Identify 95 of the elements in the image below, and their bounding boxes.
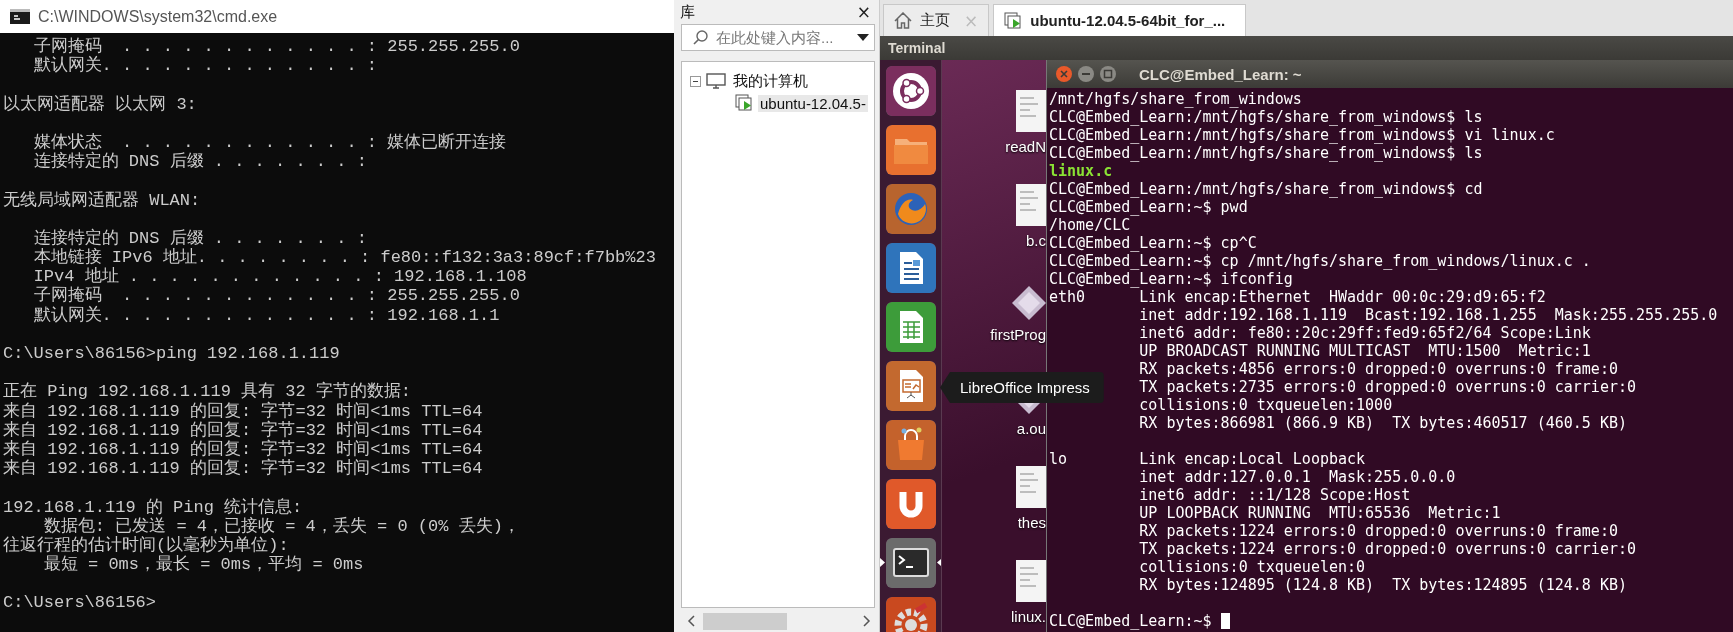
tree-item[interactable]: 我的计算机 <box>731 71 810 91</box>
terminal-line: CLC@Embed_Learn:~$ cp^C <box>1049 234 1257 252</box>
terminal-line: inet6 addr: fe80::20c:29ff:fed9:65f2/64 Scope:Link <box>1139 324 1591 342</box>
console-line: 无线局域网适配器 WLAN: <box>3 190 202 210</box>
file-name[interactable]: b.c <box>1026 232 1046 249</box>
console-line: 往返行程的估计时间(以毫秒为单位): <box>3 535 290 555</box>
folder-icon[interactable] <box>885 125 936 175</box>
file-name[interactable]: readN <box>1005 138 1046 155</box>
file-name[interactable]: firstProg <box>990 326 1046 343</box>
u-logo-icon[interactable] <box>885 479 936 529</box>
spreadsheet-icon[interactable] <box>885 302 936 352</box>
console-icon <box>10 9 30 24</box>
file-name[interactable]: linux. <box>1010 608 1046 625</box>
console-line: 连接特定的 DNS 后缀 . . . . . . . : <box>32 228 368 248</box>
terminal-line: lo Link encap:Local Loopback <box>1049 450 1366 468</box>
window-title: C:\WINDOWS\system32\cmd.exe <box>38 7 278 26</box>
file-name[interactable]: a.ou <box>1016 420 1046 437</box>
console-line: 默认网关. . . . . . . . . . . . . : <box>32 56 379 76</box>
presentation-icon[interactable] <box>885 361 936 411</box>
terminal-line: CLC@Embed_Learn:~$ pwd <box>1049 198 1248 216</box>
console-line: 以太网适配器 以太网 3: <box>3 94 198 114</box>
terminal-line: collisions:0 txqueuelen:0 <box>1139 558 1366 576</box>
terminal-line: TX packets:2735 errors:0 dropped:0 overruns:0 carrier:0 <box>1139 378 1636 396</box>
console-line: 连接特定的 DNS 后缀 . . . . . . . : <box>32 152 368 172</box>
terminal-line: CLC@Embed_Learn:~$ <box>1049 612 1212 630</box>
top-panel: Terminal <box>880 36 1733 60</box>
file-name[interactable]: thes <box>1017 514 1046 531</box>
search-field[interactable]: 在此处键入内容... <box>681 24 875 51</box>
terminal-line: UP BROADCAST RUNNING MULTICAST MTU:1500 Metric:1 <box>1139 342 1591 360</box>
virtual-machine-icon <box>1004 11 1023 30</box>
terminal-line: inet addr:192.168.1.119 Bcast:192.168.1.255 Mask:255.255.255.0 <box>1139 306 1718 324</box>
terminal-line: CLC@Embed_Learn:/mnt/hgfs/share_from_windows$ ls <box>1049 144 1483 162</box>
terminal-line: inet6 addr: ::1/128 Scope:Host <box>1139 486 1411 504</box>
console-line: 来自 192.168.1.119 的回复: 字节=32 时间<1ms TTL=64 <box>3 401 484 421</box>
terminal-line: eth0 Link encap:Ethernet HWaddr 00:0c:29:d9:65:f2 <box>1049 288 1546 306</box>
console-line: 来自 192.168.1.119 的回复: 字节=32 时间<1ms TTL=64 <box>3 439 484 459</box>
terminal-line: RX bytes:124895 (124.8 KB) TX bytes:124895 (124.8 KB) <box>1139 576 1627 594</box>
minimize-icon[interactable] <box>1077 65 1095 83</box>
computer-icon <box>706 73 726 89</box>
console-line: 本地链接 IPv6 地址. . . . . . . . : fe80::f132:3a3:89cf:f7bb%23 <box>32 248 657 268</box>
globe-icon[interactable] <box>885 184 936 234</box>
console-line: 媒体状态 . . . . . . . . . . . . : 媒体已断开连接 <box>32 132 508 152</box>
console-line: 子网掩码 . . . . . . . . . . . . : 255.255.255.0 <box>32 286 521 306</box>
scroll-right-icon[interactable] <box>863 615 871 627</box>
terminal-line: CLC@Embed_Learn:/mnt/hgfs/share_from_windows$ ls <box>1049 108 1483 126</box>
console-line: C:\Users\86156> <box>3 593 158 613</box>
shopping-bag-icon[interactable] <box>885 420 936 470</box>
terminal-line: RX bytes:866981 (866.9 KB) TX bytes:460517 (460.5 KB) <box>1139 414 1627 432</box>
terminal-line: TX packets:1224 errors:0 dropped:0 overruns:0 carrier:0 <box>1139 540 1636 558</box>
scrollbar-thumb[interactable] <box>703 612 787 630</box>
terminal-line: /mnt/hgfs/share_from_windows <box>1049 90 1302 108</box>
ubuntu-logo-icon[interactable] <box>885 66 936 116</box>
terminal-icon[interactable] <box>885 538 936 588</box>
console-line: 子网掩码 . . . . . . . . . . . . : 255.255.255.0 <box>32 37 521 56</box>
virtual-machine-icon <box>735 94 753 112</box>
terminal-line: UP LOOPBACK RUNNING MTU:65536 Metric:1 <box>1139 504 1501 522</box>
console-line: IPv4 地址 . . . . . . . . . . . . : 192.168.1.108 <box>32 267 528 287</box>
close-button[interactable]: × <box>854 2 873 22</box>
text-cursor <box>1220 613 1230 629</box>
console-line: 192.168.1.119 的 Ping 统计信息: <box>3 497 304 517</box>
terminal-line: inet addr:127.0.0.1 Mask:255.0.0.0 <box>1139 468 1456 486</box>
console-line: 最短 = 0ms，最长 = 0ms，平均 = 0ms <box>42 555 365 575</box>
console-line: C:\Users\86156>ping 192.168.1.119 <box>3 344 341 364</box>
tab-label: ubuntu-12.04.5-64bit_for_... <box>1030 12 1226 29</box>
terminal-line: RX packets:4856 errors:0 dropped:0 overruns:0 frame:0 <box>1139 360 1618 378</box>
gear-icon[interactable] <box>885 597 936 632</box>
panel-title: 库 <box>680 2 695 22</box>
search-icon <box>693 30 708 45</box>
maximize-icon[interactable] <box>1099 65 1117 83</box>
tree-item[interactable]: ubuntu-12.04.5- <box>758 94 868 112</box>
dropdown-caret-icon[interactable] <box>857 34 869 42</box>
terminal-line: CLC@Embed_Learn:/mnt/hgfs/share_from_windows$ cd <box>1049 180 1483 198</box>
terminal-line: /home/CLC <box>1049 216 1131 234</box>
terminal-line: CLC@Embed_Learn:/mnt/hgfs/share_from_windows$ vi linux.c <box>1049 126 1555 144</box>
console-line: 正在 Ping 192.168.1.119 具有 32 字节的数据: <box>3 382 413 402</box>
tooltip: LibreOffice Impress <box>940 372 1104 403</box>
terminal-line: collisions:0 txqueuelen:1000 <box>1139 396 1393 414</box>
home-icon <box>894 12 912 29</box>
window-title: CLC@Embed_Learn: ~ <box>1139 65 1302 83</box>
tab-label: 主页 <box>920 11 950 30</box>
console-line: 来自 192.168.1.119 的回复: 字节=32 时间<1ms TTL=64 <box>3 420 484 440</box>
close-icon[interactable] <box>1055 65 1073 83</box>
console-line: 来自 192.168.1.119 的回复: 字节=32 时间<1ms TTL=64 <box>3 459 484 479</box>
document-icon[interactable] <box>885 243 936 293</box>
terminal-line: RX packets:1224 errors:0 dropped:0 overruns:0 frame:0 <box>1139 522 1618 540</box>
terminal-line: CLC@Embed_Learn:~$ ifconfig <box>1049 270 1293 288</box>
terminal-line: linux.c <box>1049 162 1113 180</box>
tab[interactable]: 主页 × <box>883 4 990 36</box>
console-line: 默认网关. . . . . . . . . . . . . : 192.168.1.1 <box>32 305 501 325</box>
diamond-icon[interactable] <box>1012 286 1046 320</box>
collapse-icon[interactable] <box>690 75 701 87</box>
terminal-line: CLC@Embed_Learn:~$ cp /mnt/hgfs/share_from_windows/linux.c . <box>1049 252 1591 270</box>
tab[interactable]: ubuntu-12.04.5-64bit_for_... <box>993 4 1247 36</box>
console-line: 数据包: 已发送 = 4，已接收 = 4，丢失 = 0 (0% 丢失)， <box>42 516 521 536</box>
scroll-left-icon[interactable] <box>687 615 695 627</box>
